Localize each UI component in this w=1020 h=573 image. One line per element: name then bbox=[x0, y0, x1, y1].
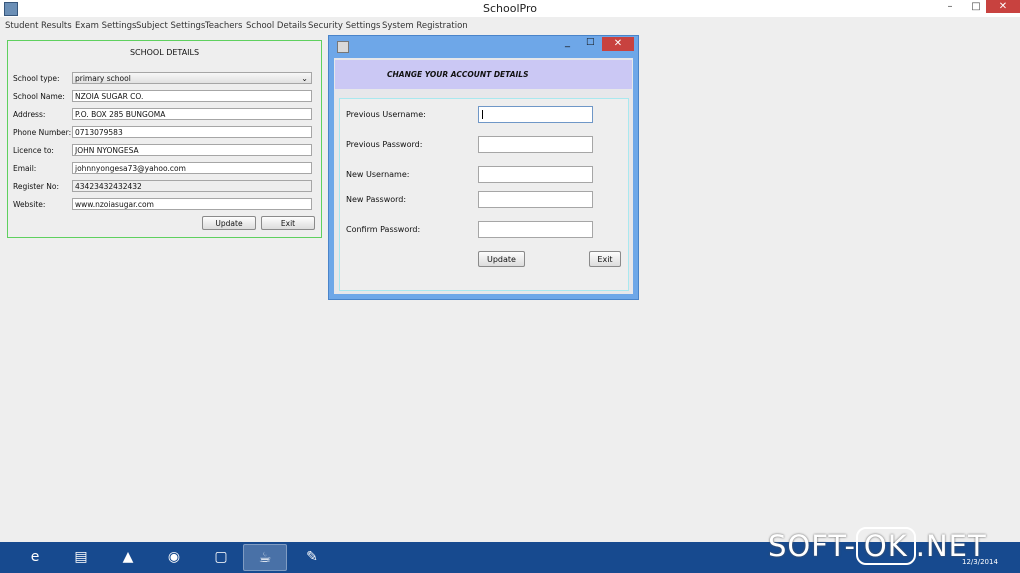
watermark-left: SOFT- bbox=[768, 529, 856, 563]
minimize-button[interactable]: – bbox=[942, 0, 958, 13]
dialog-header: CHANGE YOUR ACCOUNT DETAILS bbox=[335, 60, 632, 89]
school-name-field[interactable]: NZOIA SUGAR CO. bbox=[72, 90, 312, 102]
new-password-label: New Password: bbox=[346, 195, 407, 204]
previous-password-label: Previous Password: bbox=[346, 140, 423, 149]
school-update-button[interactable]: Update bbox=[202, 216, 256, 230]
menu-system-registration[interactable]: System Registration bbox=[382, 21, 468, 31]
register-no-field: 43423432432432 bbox=[72, 180, 312, 192]
window-title: SchoolPro bbox=[483, 2, 537, 15]
menu-subject-settings[interactable]: Subject Settings bbox=[136, 21, 205, 31]
new-password-input[interactable] bbox=[478, 191, 593, 208]
previous-username-label: Previous Username: bbox=[346, 110, 426, 119]
confirm-password-label: Confirm Password: bbox=[346, 225, 421, 234]
register-no-label: Register No: bbox=[13, 182, 59, 191]
school-exit-button[interactable]: Exit bbox=[261, 216, 315, 230]
watermark-right: .NET bbox=[915, 529, 987, 563]
confirm-password-input[interactable] bbox=[478, 221, 593, 238]
dialog-body: CHANGE YOUR ACCOUNT DETAILS Previous Use… bbox=[334, 58, 633, 294]
licence-to-field[interactable]: JOHN NYONGESA bbox=[72, 144, 312, 156]
chevron-down-icon[interactable]: ⌄ bbox=[301, 73, 308, 83]
phone-number-field[interactable]: 0713079583 bbox=[72, 126, 312, 138]
menu-security-settings[interactable]: Security Settings bbox=[308, 21, 380, 31]
java-icon[interactable]: ☕ bbox=[243, 544, 287, 571]
close-button[interactable]: ✕ bbox=[986, 0, 1020, 13]
email-label: Email: bbox=[13, 164, 37, 173]
account-update-button[interactable]: Update bbox=[478, 251, 525, 267]
menu-exam-settings[interactable]: Exam Settings bbox=[75, 21, 136, 31]
school-type-label: School type: bbox=[13, 74, 60, 83]
website-label: Website: bbox=[13, 200, 46, 209]
dialog-header-title: CHANGE YOUR ACCOUNT DETAILS bbox=[387, 70, 529, 79]
address-label: Address: bbox=[13, 110, 46, 119]
previous-password-input[interactable] bbox=[478, 136, 593, 153]
phone-number-label: Phone Number: bbox=[13, 128, 72, 137]
watermark-ok: OK bbox=[855, 527, 916, 565]
file-explorer-icon[interactable]: ▤ bbox=[59, 544, 103, 571]
dialog-maximize-button[interactable]: □ bbox=[586, 37, 595, 47]
website-field[interactable]: www.nzoiasugar.com bbox=[72, 198, 312, 210]
watermark: SOFT- OK .NET bbox=[768, 527, 987, 565]
paint-icon[interactable]: ✎ bbox=[290, 544, 334, 571]
title-bar: SchoolPro – □ ✕ bbox=[0, 0, 1020, 17]
chrome-icon[interactable]: ◉ bbox=[152, 544, 196, 571]
account-form: Previous Username: Previous Password: Ne… bbox=[339, 98, 629, 291]
maximize-button[interactable]: □ bbox=[968, 0, 984, 13]
menu-school-details[interactable]: School Details bbox=[246, 21, 306, 31]
internet-explorer-icon[interactable]: e bbox=[13, 544, 57, 571]
vlc-icon[interactable]: ▲ bbox=[106, 544, 150, 571]
new-username-input[interactable] bbox=[478, 166, 593, 183]
address-field[interactable]: P.O. BOX 285 BUNGOMA bbox=[72, 108, 312, 120]
menu-teachers[interactable]: Teachers bbox=[205, 21, 242, 31]
new-username-label: New Username: bbox=[346, 170, 410, 179]
dialog-close-button[interactable]: ✕ bbox=[602, 37, 634, 51]
virtualbox-icon[interactable]: ▢ bbox=[199, 544, 243, 571]
previous-username-input[interactable] bbox=[478, 106, 593, 123]
licence-to-label: Licence to: bbox=[13, 146, 54, 155]
menu-student[interactable]: Student bbox=[5, 21, 38, 31]
change-account-dialog: _ □ ✕ CHANGE YOUR ACCOUNT DETAILS Previo… bbox=[328, 35, 639, 300]
school-type-select[interactable]: primary school ⌄ bbox=[72, 72, 312, 84]
email-field[interactable]: johnnyongesa73@yahoo.com bbox=[72, 162, 312, 174]
account-exit-button[interactable]: Exit bbox=[589, 251, 621, 267]
menu-results[interactable]: Results bbox=[41, 21, 72, 31]
school-details-panel: SCHOOL DETAILS School type: primary scho… bbox=[7, 40, 322, 238]
dialog-minimize-button[interactable]: _ bbox=[565, 37, 570, 48]
school-type-value: primary school bbox=[75, 74, 131, 83]
java-icon bbox=[337, 41, 349, 53]
menu-bar: Student Results Exam Settings Subject Se… bbox=[0, 19, 1020, 33]
school-details-heading: SCHOOL DETAILS bbox=[129, 48, 200, 57]
school-name-label: School Name: bbox=[13, 92, 65, 101]
